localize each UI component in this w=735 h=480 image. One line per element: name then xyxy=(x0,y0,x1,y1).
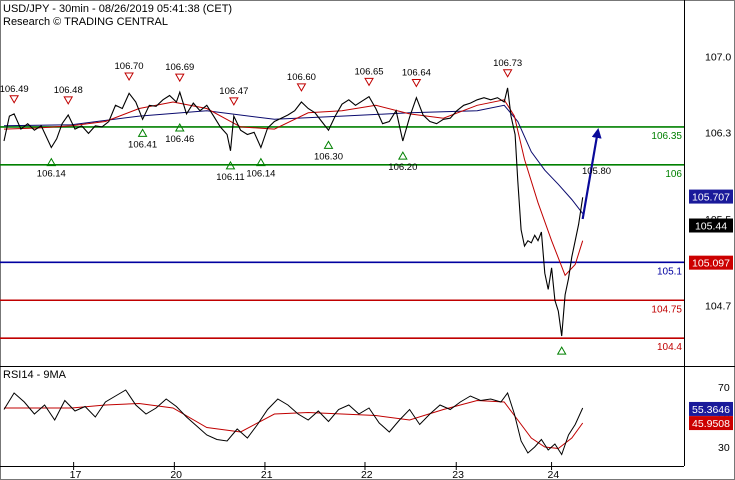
level-label: 104.75 xyxy=(651,304,682,315)
chart-canvas: USD/JPY - 30min - 08/26/2019 05:41:38 (C… xyxy=(0,0,735,480)
swing-high-label: 106.49 xyxy=(0,84,29,95)
slow-moving-average-line xyxy=(3,104,584,214)
time-tick-label: 17 xyxy=(70,469,82,480)
swing-low-icon xyxy=(397,151,408,160)
price-badge-label: 105.097 xyxy=(692,258,730,270)
swing-high-label: 106.48 xyxy=(54,85,83,96)
rsi-tick-label: 30 xyxy=(718,442,730,454)
swing-low-icon xyxy=(323,140,334,149)
swing-high-icon xyxy=(228,97,239,106)
swing-high-icon xyxy=(63,96,74,105)
swing-high-icon xyxy=(364,77,374,87)
swing-low-label: 106.14 xyxy=(37,169,66,180)
price-tick-label: 104.7 xyxy=(705,301,731,313)
chart-title: USD/JPY - 30min - 08/26/2019 05:41:38 (C… xyxy=(3,3,232,15)
swing-high-icon xyxy=(411,79,422,88)
swing-high-label: 106.73 xyxy=(493,58,522,69)
rsi-line xyxy=(3,389,584,456)
level-label: 105.1 xyxy=(657,266,682,277)
swing-high-label: 106.60 xyxy=(287,72,316,83)
swing-low-markers xyxy=(46,122,567,355)
swing-high-icon xyxy=(174,73,185,83)
swing-high-icon xyxy=(296,83,307,92)
price-badge-label: 105.707 xyxy=(692,192,730,204)
swing-low-label: 106.30 xyxy=(314,151,343,162)
swing-low-label: 106.20 xyxy=(388,162,417,173)
swing-low-label: 106.46 xyxy=(165,134,194,145)
swing-high-icon xyxy=(9,95,20,104)
time-tick-label: 20 xyxy=(170,469,182,480)
swing-low-icon xyxy=(556,346,567,355)
swing-high-icon xyxy=(124,72,134,82)
time-tick-label: 21 xyxy=(261,469,273,480)
swing-high-icon xyxy=(502,69,513,78)
swing-high-label: 106.65 xyxy=(355,66,384,77)
time-tick-label: 22 xyxy=(361,469,373,480)
swing-high-label: 106.69 xyxy=(165,62,194,73)
level-label: 104.4 xyxy=(657,342,682,353)
swing-high-label: 106.70 xyxy=(115,61,144,72)
time-axis: 17 20 21 22 23 24 xyxy=(70,469,560,480)
swing-low-labels: 106.14 106.41 106.46 106.11 106.14 106.3… xyxy=(37,134,418,183)
time-tick-label: 23 xyxy=(452,469,464,480)
rsi-title: RSI14 - 9MA xyxy=(3,369,67,381)
swing-low-icon xyxy=(137,128,148,137)
chart-subtitle: Research © TRADING CENTRAL xyxy=(3,16,168,28)
forecast-arrow-label: 105.80 xyxy=(582,166,611,177)
price-badge-label: 105.44 xyxy=(695,221,727,233)
swing-low-label: 106.41 xyxy=(128,139,157,150)
rsi-badge-label: 45.9508 xyxy=(692,418,730,430)
level-label: 106.35 xyxy=(651,131,682,142)
price-line xyxy=(3,87,584,337)
swing-high-label: 106.64 xyxy=(402,68,431,79)
swing-high-label: 106.47 xyxy=(219,86,248,97)
level-label: 106 xyxy=(665,169,682,180)
price-axis: 107.0 106.3 105.5 104.7 xyxy=(705,52,731,313)
swing-high-labels: 106.49 106.48 106.70 106.69 106.47 106.6… xyxy=(0,58,522,97)
price-tick-label: 107.0 xyxy=(705,52,731,64)
swing-low-label: 106.11 xyxy=(216,172,244,183)
time-tick-label: 24 xyxy=(548,469,560,480)
price-badges: 105.707 105.44 105.097 xyxy=(689,189,733,270)
swing-low-label: 106.14 xyxy=(246,169,275,180)
rsi-ma-line xyxy=(4,399,584,450)
rsi-badge-label: 55.3646 xyxy=(692,404,730,416)
rsi-tick-label: 70 xyxy=(718,382,730,394)
price-tick-label: 106.3 xyxy=(705,127,731,139)
swing-high-markers xyxy=(9,69,513,106)
